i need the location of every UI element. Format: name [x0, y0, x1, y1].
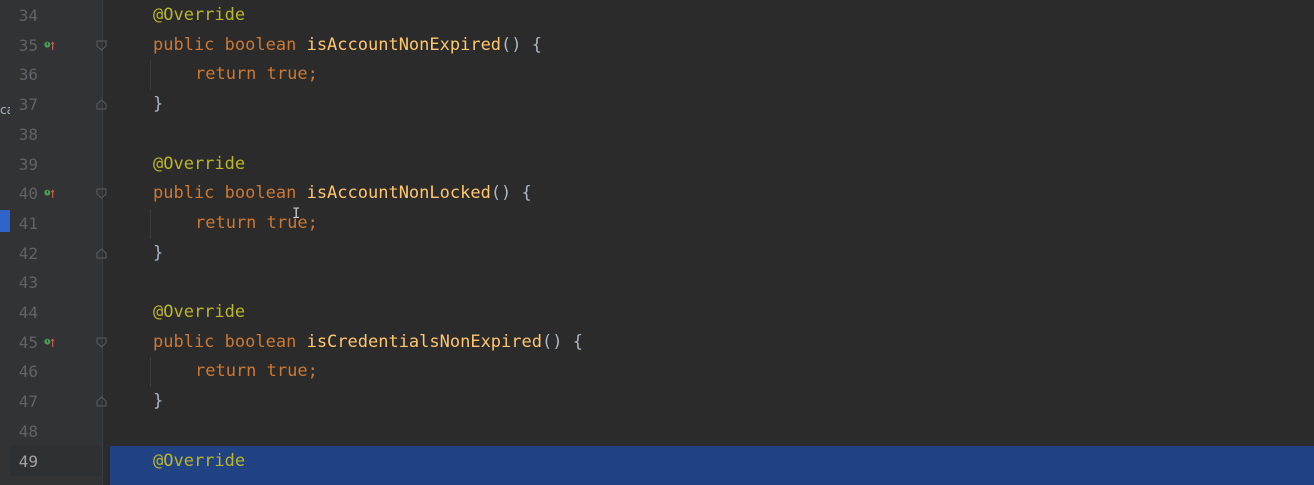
code-token: boolean: [224, 183, 297, 204]
line-number[interactable]: 38: [10, 120, 38, 150]
code-token: public: [153, 34, 215, 55]
code-text[interactable]: return true;: [195, 60, 318, 90]
code-token: public: [153, 183, 215, 204]
code-text[interactable]: return true;: [195, 357, 318, 387]
code-text[interactable]: }: [153, 90, 163, 120]
code-line[interactable]: 36 return true;: [0, 60, 1314, 91]
code-token: boolean: [224, 331, 297, 352]
line-number[interactable]: 40: [10, 179, 38, 209]
fold-end-icon[interactable]: [96, 396, 107, 407]
code-token: () {: [490, 183, 532, 204]
code-token: return: [195, 361, 257, 382]
code-text[interactable]: public boolean isAccountNonExpired() {: [153, 31, 542, 61]
code-line[interactable]: 46 return true;: [0, 357, 1314, 388]
code-line[interactable]: 39 @Override: [0, 150, 1314, 180]
implements-override-icon[interactable]: [44, 39, 56, 53]
code-line[interactable]: 34 @Override: [0, 1, 1314, 31]
code-token: return: [195, 212, 257, 233]
code-token: true: [266, 361, 308, 382]
indent-guide: [150, 357, 151, 388]
fold-start-icon[interactable]: [96, 40, 107, 51]
code-line[interactable]: 42}: [0, 239, 1314, 269]
code-token: }: [153, 242, 164, 263]
line-number[interactable]: 36: [10, 60, 38, 90]
implements-override-icon[interactable]: [44, 187, 56, 201]
code-token: public: [153, 331, 215, 352]
line-number[interactable]: 45: [10, 328, 38, 358]
code-line[interactable]: 40 public boolean isAccountNonLocked() {: [0, 179, 1314, 209]
code-line[interactable]: 44 @Override: [0, 298, 1314, 328]
line-number[interactable]: 43: [10, 268, 38, 298]
implements-override-icon[interactable]: [44, 336, 56, 350]
code-text[interactable]: }: [153, 239, 163, 269]
line-number[interactable]: 49: [10, 447, 38, 477]
line-number[interactable]: 35: [10, 31, 38, 61]
line-number[interactable]: 34: [10, 1, 38, 31]
line-number[interactable]: 41: [10, 209, 38, 239]
code-text[interactable]: }: [153, 387, 163, 417]
code-text[interactable]: public boolean isAccountNonLocked() {: [153, 179, 532, 209]
code-line[interactable]: 43: [0, 268, 1314, 298]
code-token: boolean: [224, 34, 297, 55]
code-token: true: [266, 212, 308, 233]
code-line[interactable]: 47}: [0, 387, 1314, 417]
line-number[interactable]: 48: [10, 417, 38, 447]
code-token: ;: [307, 361, 318, 382]
code-token: isAccountNonLocked: [306, 183, 491, 204]
code-line[interactable]: 49 @Override: [0, 447, 1314, 477]
indent-guide: [150, 208, 151, 239]
code-line[interactable]: 35 public boolean isAccountNonExpired() {: [0, 31, 1314, 61]
code-token: true: [266, 64, 308, 85]
code-token: }: [153, 94, 164, 115]
code-token: @Override: [153, 153, 246, 174]
line-number[interactable]: 44: [10, 298, 38, 328]
code-text[interactable]: @Override: [153, 298, 245, 328]
code-token: ;: [307, 212, 318, 233]
line-number[interactable]: 37: [10, 90, 38, 120]
line-number[interactable]: 47: [10, 387, 38, 417]
line-number[interactable]: 42: [10, 239, 38, 269]
fold-end-icon[interactable]: [96, 99, 107, 110]
code-token: @Override: [153, 450, 246, 471]
code-line[interactable]: 48: [0, 417, 1314, 447]
ibeam-cursor-icon: I: [292, 206, 301, 222]
fold-end-icon[interactable]: [96, 247, 107, 259]
code-text[interactable]: @Override: [153, 1, 245, 31]
code-line[interactable]: 45 public boolean isCredentialsNonExpired…: [0, 328, 1314, 358]
code-token: @Override: [153, 302, 246, 322]
code-token: isCredentialsNonExpired: [306, 331, 542, 352]
fold-start-icon[interactable]: [96, 337, 107, 348]
code-token: }: [153, 391, 164, 412]
code-line[interactable]: 41 return true;: [0, 208, 1314, 239]
code-token: () {: [501, 34, 542, 55]
line-number[interactable]: 39: [10, 150, 38, 180]
code-token: () {: [541, 331, 583, 352]
code-token: @Override: [153, 5, 246, 25]
fold-start-icon[interactable]: [96, 188, 107, 199]
code-line[interactable]: 38: [0, 120, 1314, 150]
code-token: ;: [307, 64, 318, 85]
code-text[interactable]: @Override: [153, 150, 245, 180]
indent-guide: [150, 60, 151, 91]
code-text[interactable]: @Override: [153, 447, 245, 477]
code-text[interactable]: public boolean isCredentialsNonExpired()…: [153, 328, 583, 358]
code-line[interactable]: 37}: [0, 90, 1314, 120]
line-number[interactable]: 46: [10, 357, 38, 387]
code-token: return: [195, 64, 257, 85]
code-token: isAccountNonExpired: [306, 34, 502, 55]
